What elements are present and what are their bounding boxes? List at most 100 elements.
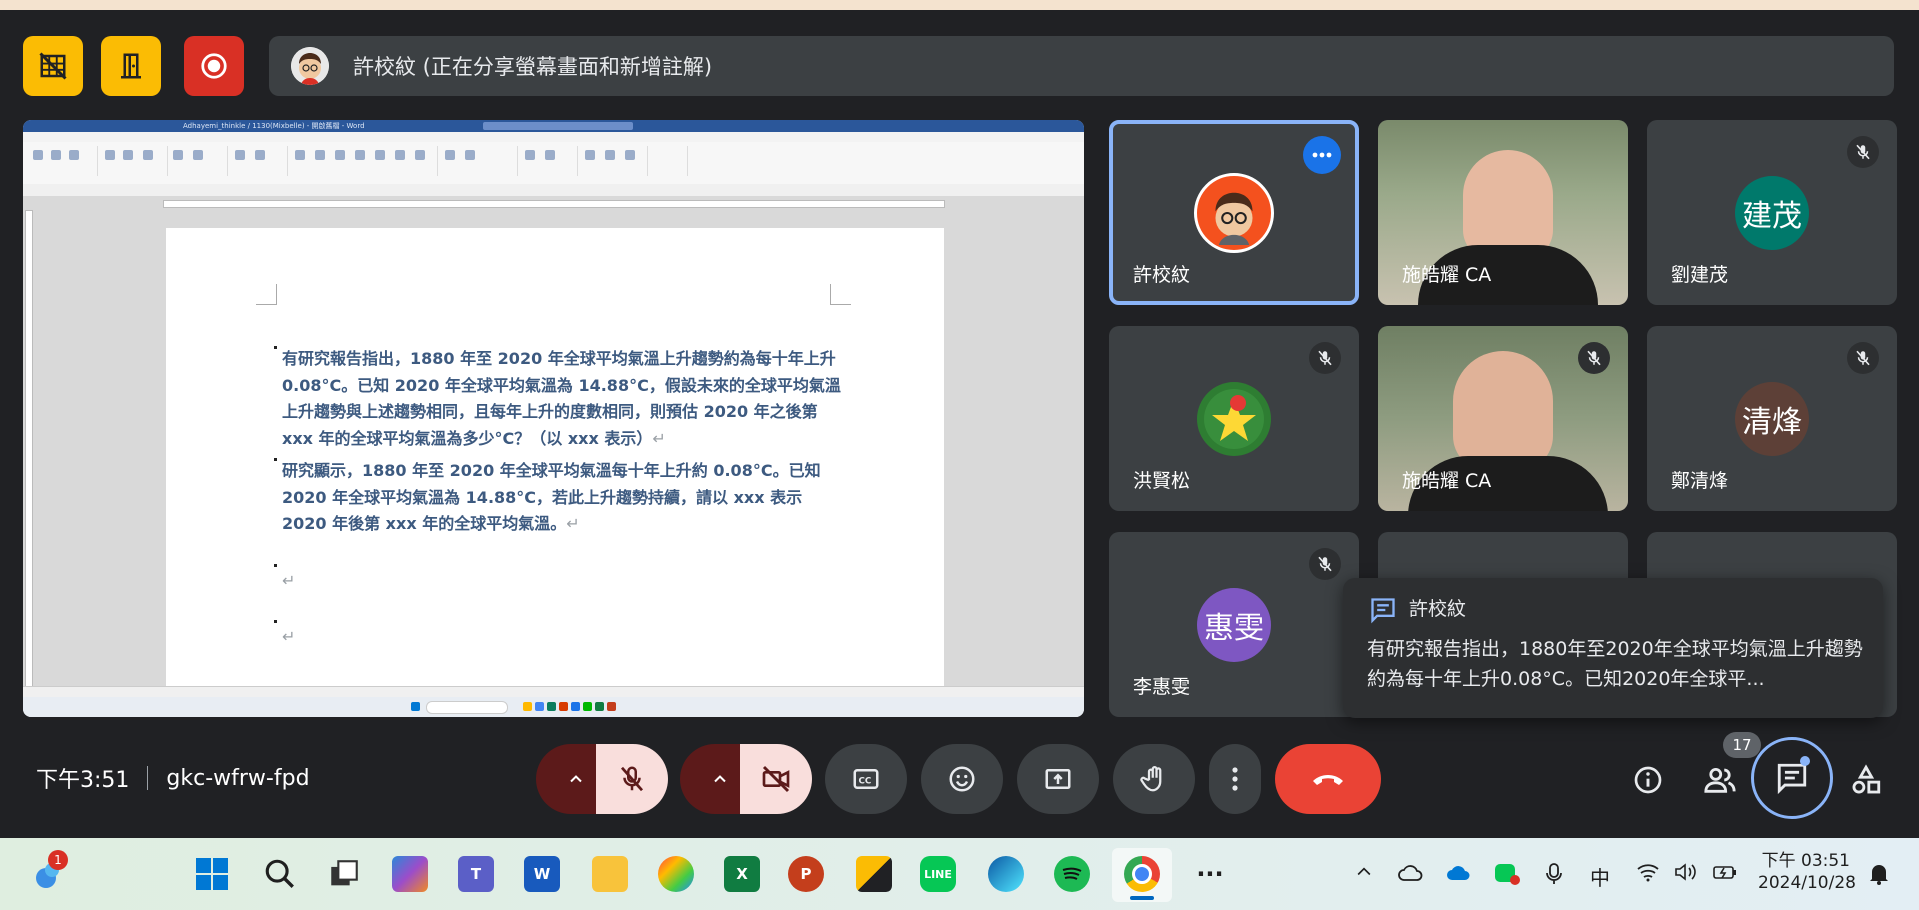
raise-hand-button[interactable] [1113, 744, 1195, 814]
word-horizontal-ruler [163, 200, 945, 208]
shared-screen[interactable]: Adhayemi_thinkle / 1130(Mixbelle) - 開啟舊檔… [23, 120, 1084, 717]
battery-icon[interactable] [1712, 862, 1738, 887]
chat-button[interactable] [1751, 737, 1833, 819]
meeting-code: gkc-wfrw-fpd [166, 765, 310, 791]
more-apps-icon[interactable]: ··· [1192, 856, 1228, 892]
people-count-badge: 17 [1723, 732, 1761, 758]
microphone-toggle-button[interactable] [596, 744, 668, 814]
word-vertical-ruler [25, 210, 33, 702]
word-ribbon-tabs [23, 132, 1084, 142]
participant-name: 洪賢松 [1133, 470, 1191, 492]
line-tray-icon[interactable] [1494, 862, 1520, 891]
edge-icon[interactable] [988, 856, 1024, 892]
sticky-notes-icon[interactable] [856, 856, 892, 892]
document-paragraph-1: 有研究報告指出，1880 年至 2020 年全球平均氣溫上升趨勢約為每十年上升 … [282, 349, 841, 448]
participant-tile[interactable]: 清烽 鄭清烽 [1647, 326, 1897, 511]
paint-icon[interactable] [658, 856, 694, 892]
word-quick-access-bar [23, 184, 1084, 196]
leave-call-button[interactable] [1275, 744, 1381, 814]
more-options-button[interactable] [1209, 744, 1261, 814]
participant-tile[interactable]: 建茂 劉建茂 [1647, 120, 1897, 305]
participant-name: 鄭清烽 [1671, 470, 1729, 492]
file-explorer-icon[interactable] [592, 856, 628, 892]
mic-off-icon [1587, 350, 1601, 366]
cloud-sync-icon[interactable] [1398, 862, 1424, 889]
more-horiz-icon [1312, 152, 1332, 158]
reactions-button[interactable] [921, 744, 1003, 814]
participant-tile-self[interactable]: 許校紋 [1109, 120, 1359, 305]
muted-indicator [1847, 342, 1879, 374]
line-icon[interactable]: LINE [920, 856, 956, 892]
host-layout-button[interactable] [23, 36, 83, 96]
emoji-icon [949, 766, 975, 792]
participant-tile[interactable]: 洪賢松 [1109, 326, 1359, 511]
muted-indicator [1309, 342, 1341, 374]
notification-badge: 1 [48, 850, 68, 870]
chat-message-toast[interactable]: 許校紋 有研究報告指出，1880年至2020年全球平均氣溫上升趨勢約為每十年上升… [1343, 578, 1883, 718]
document-paragraph-2: 研究顯示，1880 年至 2020 年全球平均氣溫每十年上升約 0.08°C。已… [282, 461, 821, 533]
cartoon-avatar-icon [1215, 192, 1253, 245]
info-icon [1634, 766, 1662, 794]
meeting-time: 下午3:51 [36, 768, 130, 793]
participant-name: 劉建茂 [1671, 264, 1729, 286]
recording-button[interactable] [184, 36, 244, 96]
chat-icon [1371, 598, 1395, 624]
clock-date: 2024/10/28 [1758, 873, 1856, 893]
svg-text:CC: CC [859, 776, 872, 786]
powerpoint-icon[interactable]: P [788, 856, 824, 892]
mic-off-icon [1318, 556, 1332, 572]
task-view-button[interactable] [326, 856, 362, 892]
participant-tile[interactable]: 惠雯 李惠雯 [1109, 532, 1359, 717]
host-door-button[interactable] [101, 36, 161, 96]
chevron-up-icon[interactable] [1354, 862, 1374, 887]
excel-icon[interactable]: X [724, 856, 760, 892]
door-icon [121, 53, 141, 79]
participant-tile-video[interactable]: 施皓耀 CA [1378, 120, 1628, 305]
chat-message-text: 有研究報告指出，1880年至2020年全球平均氣溫上升趨勢約為每十年上升0.08… [1367, 638, 1863, 690]
participant-initials-avatar: 清烽 [1735, 381, 1809, 456]
microphone-tray-icon[interactable] [1544, 862, 1564, 891]
people-button[interactable] [1698, 758, 1742, 802]
shared-windows-taskbar [23, 697, 1084, 717]
hand-icon [1140, 766, 1162, 792]
onedrive-icon[interactable] [1446, 862, 1472, 889]
participant-name: 李惠雯 [1133, 676, 1191, 698]
ime-indicator[interactable]: 中 [1590, 862, 1610, 891]
presenter-banner-text: 許校紋 (正在分享螢幕畫面和新增註解) [353, 55, 713, 79]
word-status-bar [23, 686, 1084, 697]
divider [147, 766, 149, 790]
participant-avatar [1194, 172, 1274, 253]
camera-toggle-button[interactable] [740, 744, 812, 814]
spotify-icon[interactable] [1054, 856, 1090, 892]
copilot-icon[interactable] [392, 856, 428, 892]
people-icon [1704, 767, 1736, 793]
chrome-icon[interactable] [1124, 856, 1160, 892]
mic-off-icon [1856, 350, 1870, 366]
system-clock[interactable]: 下午 03:51 2024/10/28 [1758, 850, 1856, 894]
volume-icon[interactable] [1674, 862, 1698, 887]
teams-icon[interactable]: T [458, 856, 494, 892]
word-title-bar: Adhayemi_thinkle / 1130(Mixbelle) - 開啟舊檔… [23, 120, 1084, 132]
muted-indicator [1309, 548, 1341, 580]
muted-indicator [1578, 342, 1610, 374]
clock-time: 下午 03:51 [1761, 851, 1850, 871]
activities-button[interactable] [1844, 758, 1888, 802]
videocam-off-icon [762, 765, 790, 793]
chat-icon [1777, 763, 1807, 795]
meeting-details-button[interactable] [1626, 758, 1670, 802]
notification-bell-icon[interactable] [1868, 862, 1890, 891]
present-screen-button[interactable] [1017, 744, 1099, 814]
shapes-icon [1852, 764, 1881, 794]
more-options-button[interactable] [1303, 136, 1341, 174]
participant-tile-video[interactable]: 施皓耀 CA [1378, 326, 1628, 511]
meeting-info: 下午3:51 gkc-wfrw-fpd [36, 762, 310, 794]
document-empty-paragraph: ↵ [282, 571, 296, 590]
captions-button[interactable]: CC [825, 744, 907, 814]
word-icon[interactable]: W [524, 856, 560, 892]
search-button[interactable] [262, 856, 298, 892]
grid-off-icon [39, 52, 67, 80]
wifi-icon[interactable] [1636, 862, 1660, 887]
active-app-indicator [1130, 896, 1154, 900]
start-button[interactable] [194, 856, 230, 892]
window-top-strip [0, 0, 1919, 10]
